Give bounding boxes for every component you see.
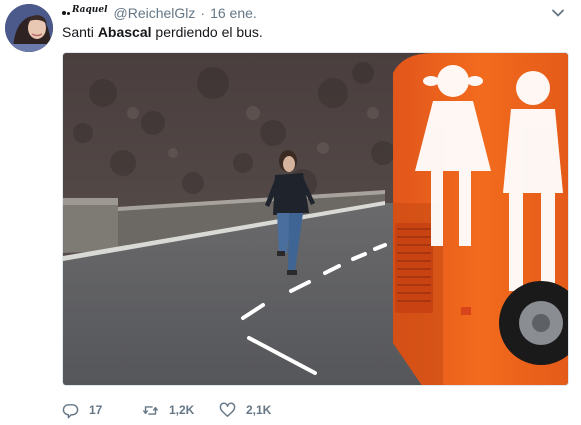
tweet-header: Raquel @ReichelGlz · 16 ene. bbox=[62, 5, 257, 21]
tweet-text: Santi Abascal perdiendo el bus. bbox=[62, 23, 263, 41]
tweet-text-end: perdiendo el bus. bbox=[151, 24, 263, 40]
tweet-timestamp[interactable]: 16 ene. bbox=[210, 5, 257, 21]
reply-button[interactable]: 17 bbox=[62, 400, 142, 420]
tweet-card[interactable]: Raquel @ReichelGlz · 16 ene. Santi Abasc… bbox=[0, 0, 581, 425]
like-button[interactable]: 2,1K bbox=[219, 400, 299, 420]
avatar[interactable] bbox=[5, 4, 53, 52]
decor-dot-1 bbox=[62, 11, 66, 15]
tweet-text-start: Santi bbox=[62, 24, 98, 40]
author-handle[interactable]: @ReichelGlz bbox=[114, 5, 196, 21]
header-separator: · bbox=[200, 5, 206, 21]
photo-image bbox=[63, 53, 568, 385]
retweet-count: 1,2K bbox=[169, 403, 195, 417]
author-display-name[interactable]: Raquel bbox=[72, 2, 108, 18]
chevron-down-icon[interactable] bbox=[551, 6, 565, 20]
retweet-button[interactable]: 1,2K bbox=[142, 400, 219, 420]
tweet-photo[interactable] bbox=[62, 52, 569, 386]
tweet-actions: 17 1,2K 2,1K bbox=[62, 400, 299, 420]
reply-count: 17 bbox=[89, 403, 103, 417]
tweet-text-bold: Abascal bbox=[97, 24, 152, 40]
avatar-image bbox=[5, 4, 53, 52]
like-count: 2,1K bbox=[246, 403, 272, 417]
author-name[interactable]: Raquel bbox=[62, 5, 108, 21]
heart-icon bbox=[219, 402, 236, 417]
reply-icon bbox=[62, 403, 79, 418]
decor-dot-2 bbox=[67, 11, 70, 15]
retweet-icon bbox=[142, 405, 159, 415]
